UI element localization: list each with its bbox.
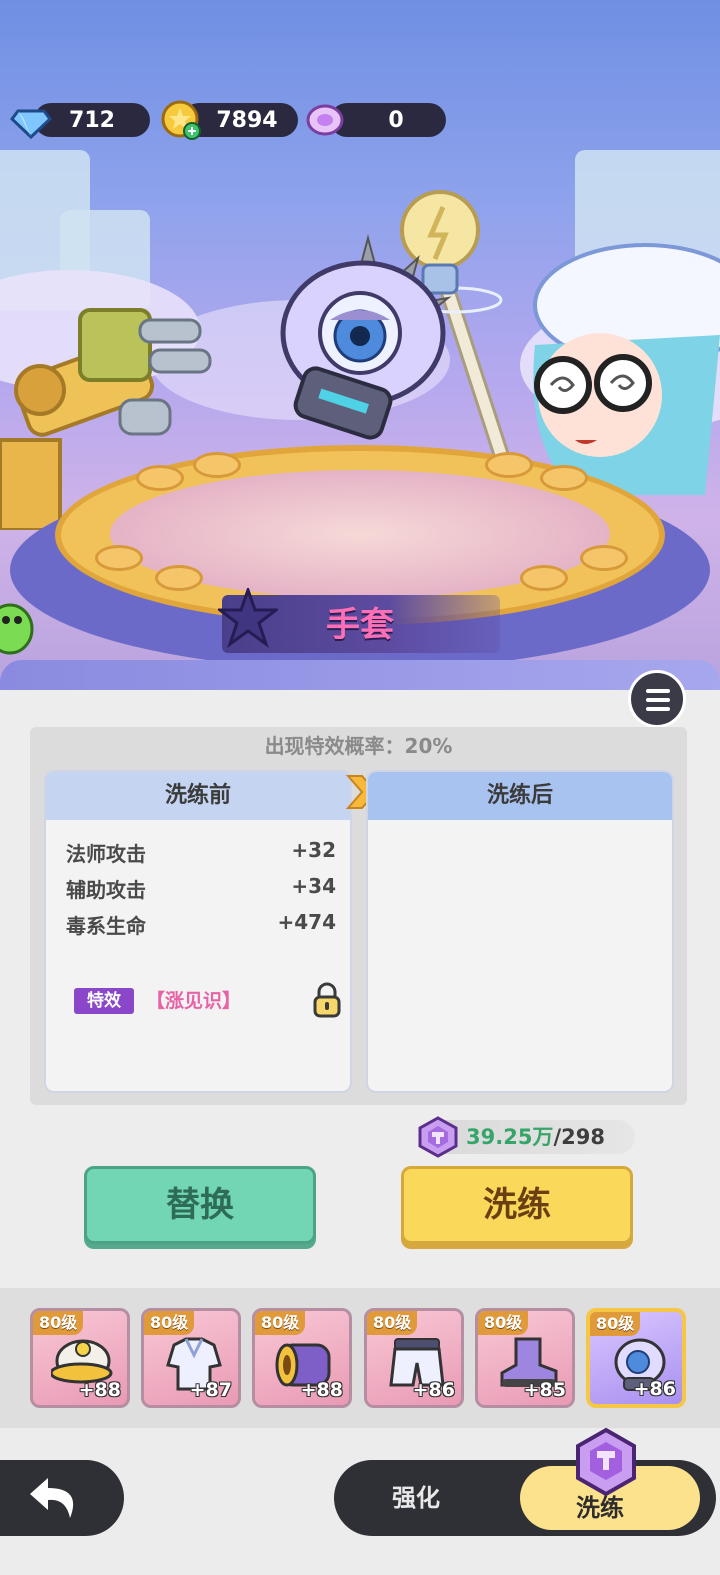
star-icon — [218, 588, 278, 648]
stat-name: 辅助攻击 — [66, 878, 146, 902]
tab-refine-label: 洗练 — [576, 1494, 624, 1522]
after-title: 洗练后 — [368, 772, 672, 820]
equipment-slot-boots[interactable]: 80级 +85 — [475, 1308, 575, 1408]
back-button[interactable] — [0, 1460, 124, 1536]
equipment-slot-armor[interactable]: 80级 +87 — [141, 1308, 241, 1408]
back-arrow-icon — [30, 1478, 74, 1518]
menu-icon — [646, 707, 670, 711]
diamond-icon — [10, 109, 52, 140]
menu-icon — [646, 689, 670, 693]
gold-amount: 7894 — [216, 107, 278, 133]
equipment-plus: +85 — [523, 1379, 566, 1401]
equipment-slot-bracer[interactable]: 80级 +88 — [252, 1308, 352, 1408]
frog-mascot-icon[interactable] — [0, 600, 34, 658]
after-card: 洗练后 — [366, 770, 674, 1093]
equipment-slot-helmet[interactable]: 80级 +88 — [30, 1308, 130, 1408]
equipment-level: 80级 — [590, 1312, 641, 1336]
pedestal-stud — [193, 452, 241, 478]
equipment-slot-pants[interactable]: 80级 +86 — [364, 1308, 464, 1408]
stat-value: +32 — [291, 838, 336, 862]
cost-owned: 39.25万 — [466, 1125, 554, 1149]
item-name: 手套 — [326, 605, 394, 645]
gold-coin-add-icon[interactable] — [160, 99, 202, 141]
equipment-plus: +86 — [412, 1379, 455, 1401]
stat-row: 毒系生命 +474 — [66, 910, 336, 942]
equipment-level: 80级 — [478, 1311, 529, 1335]
refine-button[interactable]: 洗练 — [401, 1166, 633, 1244]
cost-required: 298 — [561, 1125, 605, 1149]
crystal-counter: 0 — [330, 103, 446, 137]
pedestal-stud — [95, 545, 143, 571]
equipment-plus: +88 — [78, 1379, 121, 1401]
effect-tag: 特效 — [74, 988, 134, 1014]
pedestal-stud — [485, 452, 533, 478]
refine-stone-icon — [418, 1116, 458, 1158]
before-title: 洗练前 — [46, 772, 350, 820]
equipment-plus: +88 — [300, 1379, 343, 1401]
equipment-level: 80级 — [367, 1311, 418, 1335]
pedestal-stud — [136, 465, 184, 491]
pedestal-stud — [580, 545, 628, 571]
stat-name: 法师攻击 — [66, 842, 146, 866]
equipment-plus: +87 — [189, 1379, 232, 1401]
stat-value: +34 — [291, 874, 336, 898]
equipment-level: 80级 — [33, 1311, 84, 1335]
glove-display-icon — [280, 234, 452, 440]
forge-scene: 712 7894 0 手套 — [0, 0, 720, 690]
stat-name: 毒系生命 — [66, 914, 146, 938]
equipment-level: 80级 — [255, 1311, 306, 1335]
cost-text: 39.25万/298 — [466, 1120, 605, 1154]
crystal-icon — [306, 104, 344, 136]
stat-value: +474 — [277, 910, 336, 934]
menu-button[interactable] — [628, 670, 686, 728]
replace-button[interactable]: 替换 — [84, 1166, 316, 1244]
before-card: 洗练前 法师攻击 +32 辅助攻击 +34 毒系生命 +474 特效 【涨见识】 — [44, 770, 352, 1093]
stat-row: 法师攻击 +32 — [66, 838, 336, 870]
effect-name: 【涨见识】 — [146, 990, 242, 1012]
effect-chance-label: 出现特效概率：20% — [264, 734, 453, 758]
cost-separator: / — [553, 1125, 562, 1149]
pedestal-stud — [520, 565, 568, 591]
equipment-level: 80级 — [144, 1311, 195, 1335]
stat-row: 辅助攻击 +34 — [66, 874, 336, 906]
diamond-amount: 712 — [69, 107, 115, 133]
equipment-plus: +86 — [633, 1378, 676, 1400]
equipment-slot-glove[interactable]: 80级 +86 — [586, 1308, 686, 1408]
pedestal-stud — [155, 565, 203, 591]
menu-icon — [646, 698, 670, 702]
pedestal-stud — [540, 465, 588, 491]
lock-icon[interactable] — [312, 982, 342, 1018]
tab-strengthen[interactable]: 强化 — [356, 1470, 476, 1526]
crystal-amount: 0 — [388, 107, 404, 133]
